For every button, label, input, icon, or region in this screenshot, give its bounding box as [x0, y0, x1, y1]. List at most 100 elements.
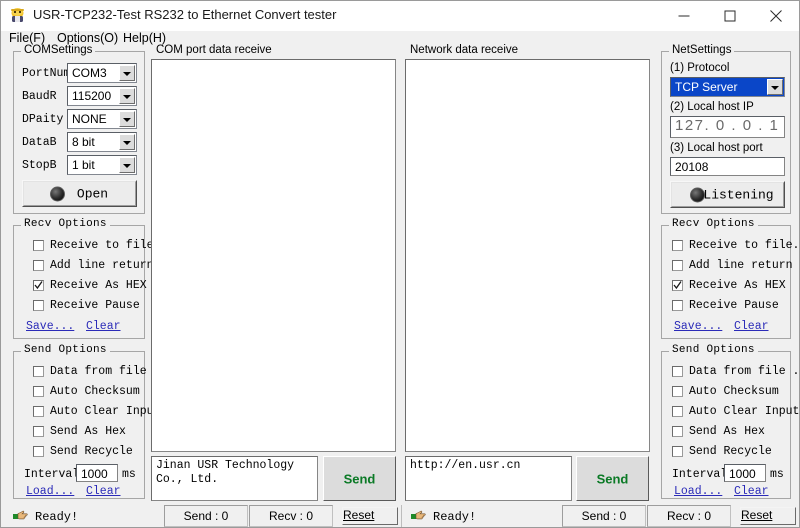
local-host-ip-label: (2) Local host IP	[670, 101, 754, 113]
chevron-down-icon[interactable]	[119, 65, 135, 81]
status-send-count-right: Send : 0	[562, 505, 646, 527]
checkbox-box	[33, 240, 44, 251]
open-port-button[interactable]: Open	[22, 180, 137, 207]
stopb-combo[interactable]: 1 bit	[67, 155, 137, 175]
baudr-combo[interactable]: 115200	[67, 86, 137, 106]
status-recv-count-text: Recv : 0	[268, 509, 313, 523]
status-recv-count-text: Recv : 0	[666, 509, 711, 523]
pointing-hand-icon	[12, 510, 29, 523]
net-send-button-label: Send	[596, 471, 629, 486]
net-data-receive-label: Network data receive	[407, 44, 522, 56]
checkbox-label: Send Recycle	[50, 445, 133, 458]
com-send-button-label: Send	[343, 471, 376, 486]
checkbox-label: Receive Pause	[689, 299, 779, 312]
menu-file[interactable]: File(F)	[9, 31, 45, 45]
com-send-options-label: Send Options	[21, 345, 110, 356]
checkbox-box	[33, 300, 44, 311]
net-send-clear-link[interactable]: Clear	[734, 485, 769, 498]
status-ready-label-left: Ready!	[35, 510, 79, 524]
chevron-down-icon[interactable]	[119, 134, 135, 150]
status-recv-count-left: Recv : 0	[249, 505, 333, 527]
com-receive-textarea[interactable]	[151, 59, 396, 452]
status-reset-label: Reset	[343, 508, 375, 522]
com-settings-label: COMSettings	[21, 44, 96, 56]
status-reset-button-left[interactable]: Reset	[342, 507, 398, 525]
status-bar-left: Ready! Send : 0 Recv : 0 Reset	[2, 505, 400, 527]
com-interval-unit: ms	[122, 468, 136, 481]
chevron-down-icon[interactable]	[767, 79, 783, 95]
checkbox-label: Send Recycle	[689, 445, 772, 458]
com-data-receive-label: COM port data receive	[153, 44, 275, 56]
status-ready-label-right: Ready!	[433, 510, 477, 524]
net-interval-unit: ms	[770, 468, 784, 481]
local-host-port-value: 20108	[675, 160, 709, 174]
window-title: USR-TCP232-Test RS232 to Ethernet Conver…	[33, 7, 337, 22]
menu-help[interactable]: Help(H)	[123, 31, 166, 45]
check-icon	[673, 279, 682, 290]
checkbox-label: Auto Clear Input	[50, 405, 161, 418]
com-send-options-group: Send Options Data from file ... Auto Che…	[13, 345, 174, 499]
checkbox-box	[672, 366, 683, 377]
protocol-combo[interactable]: TCP Server	[670, 77, 785, 97]
chevron-down-icon[interactable]	[119, 157, 135, 173]
datab-combo[interactable]: 8 bit	[67, 132, 137, 152]
protocol-value: TCP Server	[675, 80, 738, 94]
com-recv-clear-link[interactable]: Clear	[86, 320, 121, 333]
checkbox-box	[672, 386, 683, 397]
minimize-button[interactable]	[661, 1, 707, 31]
status-reset-label: Reset	[741, 508, 773, 522]
net-recv-options-label: Recv Options	[669, 219, 758, 230]
portnum-combo[interactable]: COM3	[67, 63, 137, 83]
checkbox-label: Add line return	[689, 259, 793, 272]
chevron-down-icon[interactable]	[119, 88, 135, 104]
net-receive-textarea[interactable]	[405, 59, 650, 452]
com-send-button[interactable]: Send	[323, 456, 396, 501]
checkbox-label: Add line return	[50, 259, 154, 272]
local-host-port-input[interactable]: 20108	[670, 157, 785, 176]
baudr-label: BaudR	[22, 90, 57, 103]
checkbox-label: Send As Hex	[50, 425, 126, 438]
net-recv-save-link[interactable]: Save...	[674, 320, 722, 333]
local-host-port-label: (3) Local host port	[670, 142, 763, 154]
net-interval-input[interactable]: 1000	[724, 464, 766, 482]
net-recv-clear-link[interactable]: Clear	[734, 320, 769, 333]
datab-label: DataB	[22, 136, 57, 149]
checkbox-label: Receive As HEX	[50, 279, 147, 292]
checkbox-label: Auto Checksum	[50, 385, 140, 398]
com-interval-label: Interval	[24, 468, 80, 481]
com-send-textarea[interactable]: Jinan USR Technology Co., Ltd.	[151, 456, 318, 501]
checkbox-box	[33, 386, 44, 397]
dpaity-value: NONE	[72, 112, 107, 126]
check-icon	[34, 279, 43, 290]
com-send-clear-link[interactable]: Clear	[86, 485, 121, 498]
portnum-value: COM3	[72, 66, 107, 80]
maximize-button[interactable]	[707, 1, 753, 31]
net-send-options-group: Send Options Data from file ... Auto Che…	[661, 345, 799, 499]
protocol-label: (1) Protocol	[670, 62, 730, 74]
checkbox-label: Receive Pause	[50, 299, 140, 312]
com-recv-save-link[interactable]: Save...	[26, 320, 74, 333]
pointing-hand-icon	[410, 510, 427, 523]
local-host-ip-input[interactable]: 127. 0 . 0 . 1	[670, 116, 785, 138]
status-reset-button-right[interactable]: Reset	[740, 507, 796, 525]
checkbox-label: Auto Checksum	[689, 385, 779, 398]
net-send-button[interactable]: Send	[576, 456, 649, 501]
app-icon	[9, 7, 26, 24]
net-send-load-link[interactable]: Load...	[674, 485, 722, 498]
dpaity-combo[interactable]: NONE	[67, 109, 137, 129]
checkbox-box	[672, 300, 683, 311]
status-recv-count-right: Recv : 0	[647, 505, 731, 527]
listening-button[interactable]: Listening	[670, 181, 785, 208]
com-send-load-link[interactable]: Load...	[26, 485, 74, 498]
checkbox-label: Receive to file...	[689, 239, 800, 252]
close-button[interactable]	[753, 1, 799, 31]
checkbox-box	[33, 366, 44, 377]
chevron-down-icon[interactable]	[119, 111, 135, 127]
com-interval-input[interactable]: 1000	[76, 464, 118, 482]
portnum-label: PortNum	[22, 67, 71, 80]
checkbox-box	[33, 260, 44, 271]
status-send-count-text: Send : 0	[183, 509, 229, 523]
net-send-textarea[interactable]: http://en.usr.cn	[405, 456, 572, 501]
menu-options[interactable]: Options(O)	[57, 31, 118, 45]
checkbox-box	[672, 426, 683, 437]
